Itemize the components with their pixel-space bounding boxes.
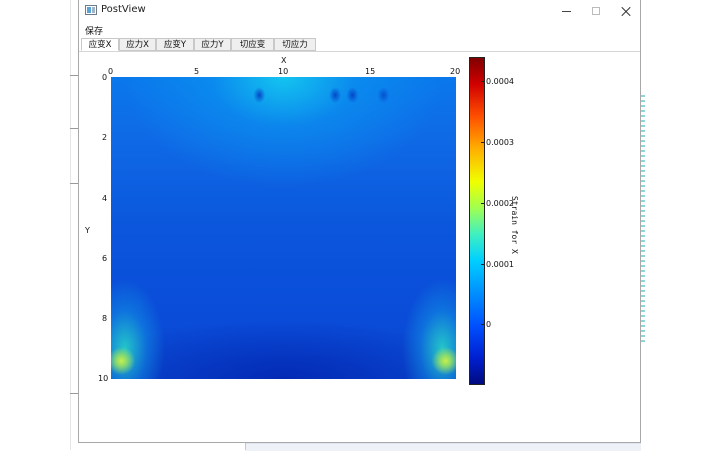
close-button[interactable] bbox=[609, 1, 643, 21]
background-divider bbox=[245, 443, 246, 450]
x-tick-label: 0 bbox=[108, 67, 114, 76]
colorbar-label: Strain for X bbox=[510, 196, 519, 254]
colorbar-tick-mark bbox=[481, 81, 485, 82]
y-tick-label: 2 bbox=[102, 133, 108, 142]
background-pattern bbox=[641, 95, 645, 345]
background-tick bbox=[70, 183, 78, 184]
tab-panel-border bbox=[79, 51, 640, 52]
x-tick-label: 5 bbox=[194, 67, 200, 76]
y-tick-label: 8 bbox=[102, 314, 108, 323]
tab-shear-stress[interactable]: 切应力 bbox=[274, 38, 316, 51]
y-tick-label: 0 bbox=[102, 73, 108, 82]
y-tick-label: 4 bbox=[102, 194, 108, 203]
y-tick-label: 10 bbox=[98, 374, 109, 383]
y-tick-label: 6 bbox=[102, 254, 108, 263]
tab-strain-x[interactable]: 应变X bbox=[81, 38, 119, 51]
x-tick-label: 10 bbox=[278, 67, 289, 76]
colorbar bbox=[469, 57, 485, 385]
colorbar-tick-mark bbox=[481, 264, 485, 265]
background-tick bbox=[70, 393, 78, 394]
window-title: PostView bbox=[101, 4, 146, 15]
colorbar-tick-label: 0.0003 bbox=[486, 138, 514, 147]
background-window-edge bbox=[70, 0, 71, 450]
colorbar-tick-label: 0 bbox=[486, 320, 492, 329]
colorbar-tick-label: 0.0001 bbox=[486, 260, 514, 269]
tab-shear-strain[interactable]: 切应变 bbox=[231, 38, 274, 51]
menu-bar: 保存 bbox=[79, 22, 640, 37]
colorbar-tick-mark bbox=[481, 203, 485, 204]
tab-strain-y[interactable]: 应变Y bbox=[156, 38, 194, 51]
x-tick-label: 15 bbox=[365, 67, 376, 76]
title-bar[interactable]: PostView bbox=[79, 0, 640, 22]
background-tick bbox=[70, 128, 78, 129]
y-axis-label: Y bbox=[85, 226, 90, 235]
background-tick bbox=[70, 75, 78, 76]
x-tick-label: 20 bbox=[450, 67, 461, 76]
minimize-button[interactable] bbox=[549, 1, 583, 21]
x-axis-label: X bbox=[281, 56, 287, 65]
strain-heatmap bbox=[111, 77, 456, 379]
maximize-button[interactable] bbox=[579, 1, 613, 21]
colorbar-tick-label: 0.0004 bbox=[486, 77, 514, 86]
app-window-icon bbox=[85, 5, 97, 15]
tab-stress-y[interactable]: 应力Y bbox=[194, 38, 231, 51]
colorbar-tick-mark bbox=[481, 142, 485, 143]
tab-stress-x[interactable]: 应力X bbox=[119, 38, 156, 51]
menu-item-save[interactable]: 保存 bbox=[85, 24, 103, 37]
colorbar-tick-mark bbox=[481, 324, 485, 325]
